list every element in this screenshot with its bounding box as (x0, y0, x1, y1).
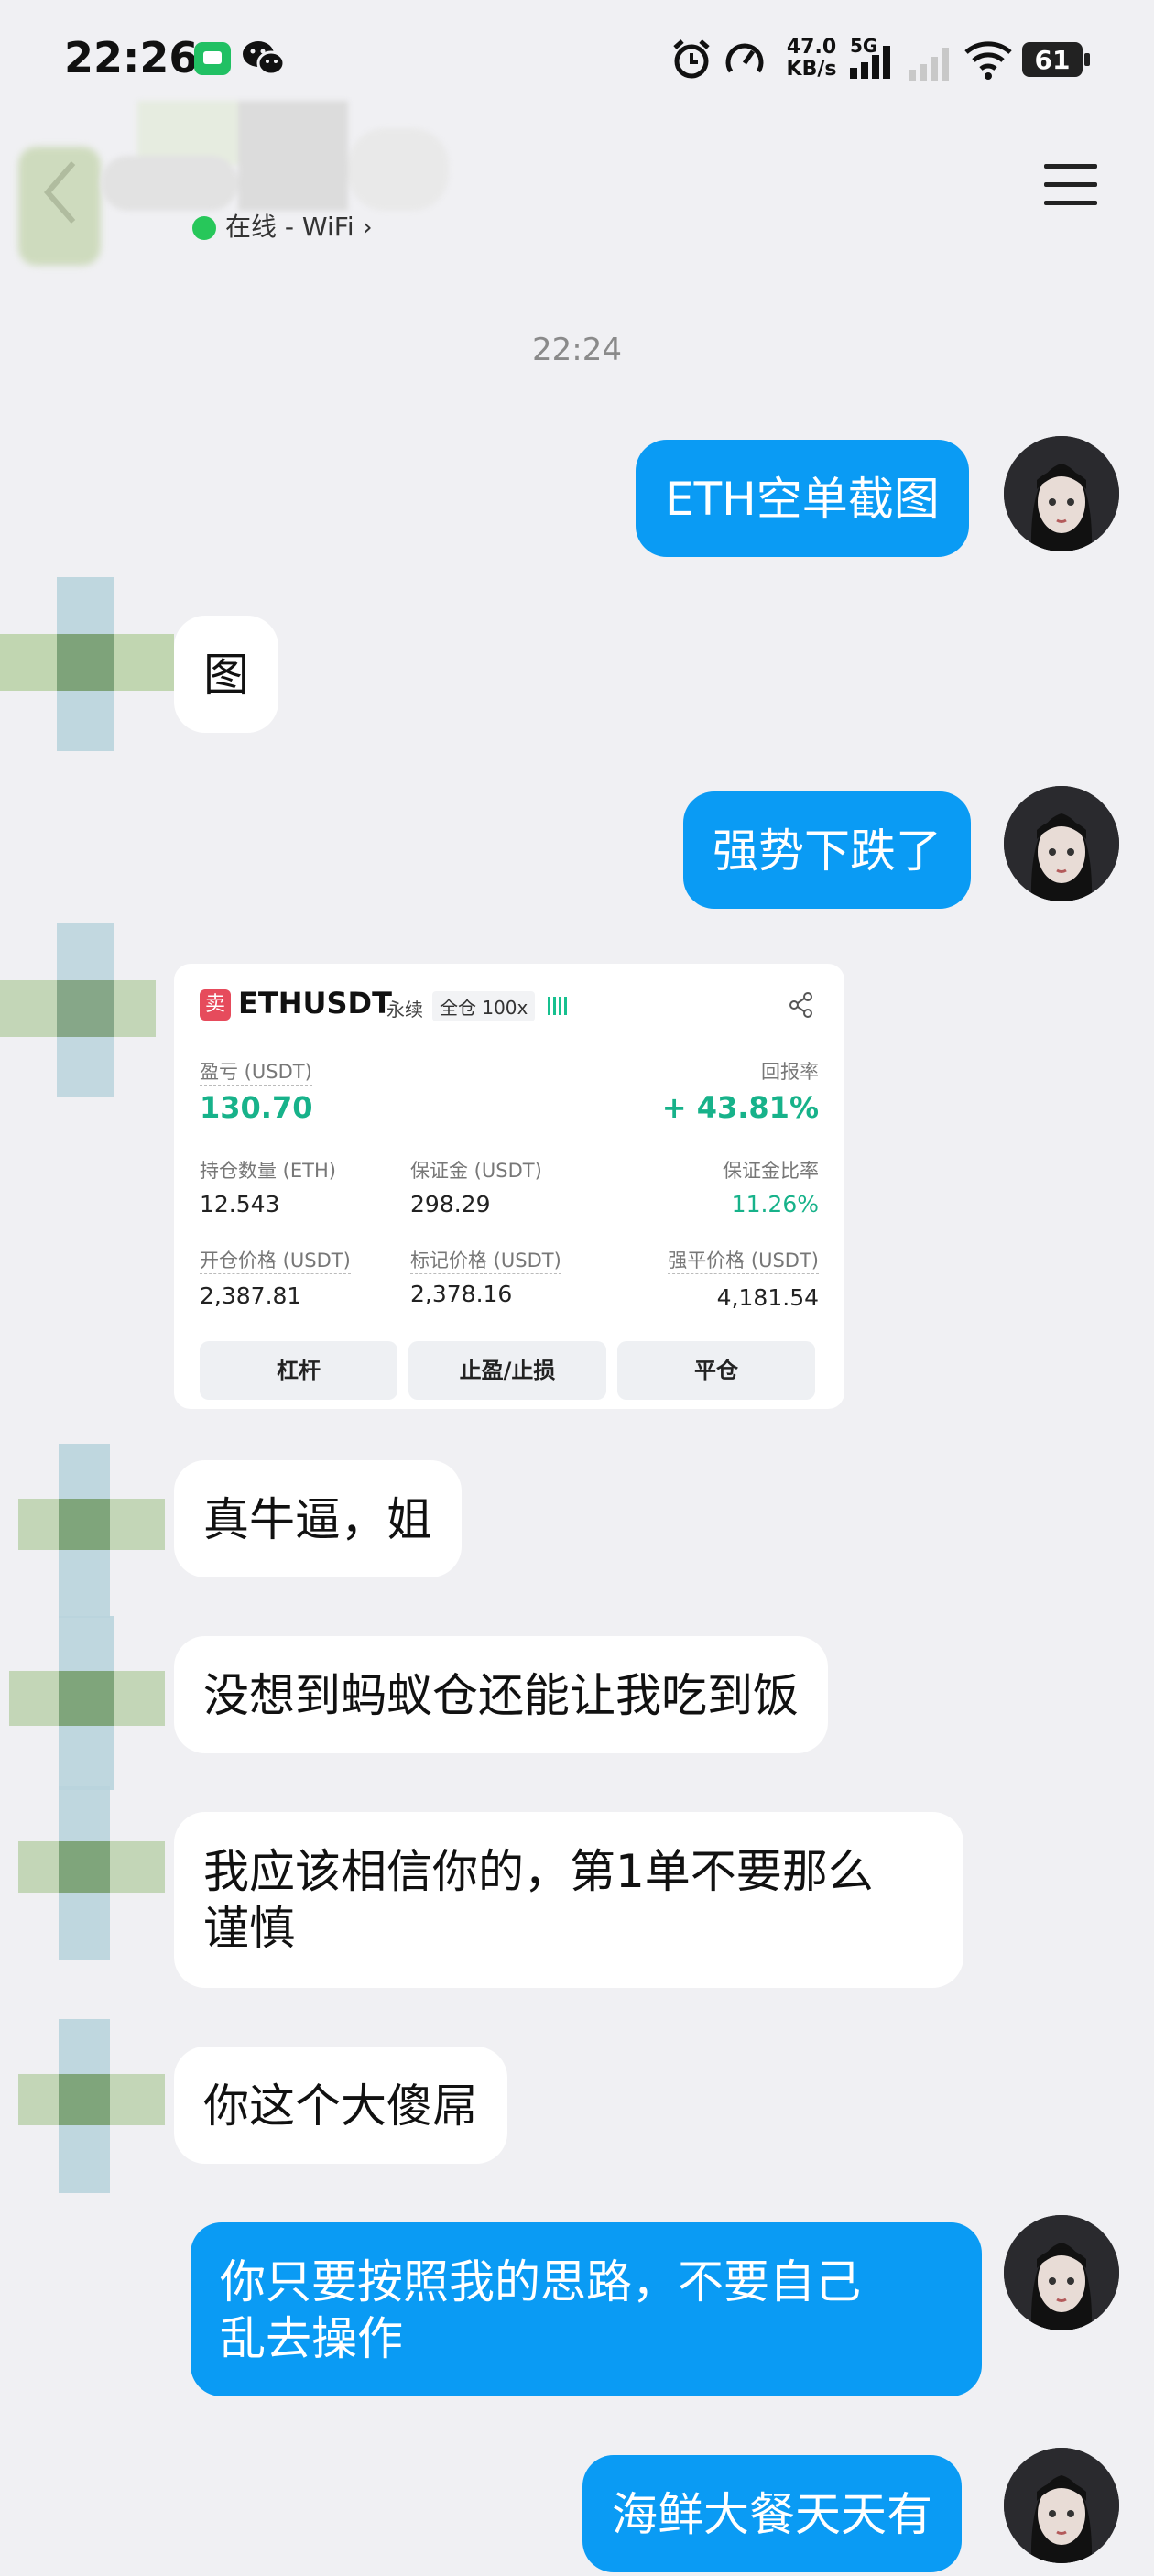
wechat-icon (243, 41, 286, 76)
message-text: 没想到蚂蚁仓还能让我吃到饭 (203, 1669, 799, 1722)
contact-avatar[interactable] (0, 577, 174, 751)
message-bubble-in[interactable]: 我应该相信你的，第1单不要那么 谨慎 (174, 1812, 963, 1988)
trade-symbol: ETHUSDT (238, 986, 392, 1021)
message-text: 海鲜大餐天天有 (612, 2488, 932, 2541)
network-speed-value: 47.0 (786, 36, 837, 59)
sell-badge: 卖 (200, 989, 231, 1021)
message-text: 真牛逼，姐 (203, 1493, 432, 1546)
contact-avatar[interactable] (0, 923, 156, 1097)
close-position-button[interactable]: 平仓 (617, 1341, 815, 1400)
liq-price-value: 4,181.54 (716, 1284, 819, 1311)
message-text: ETH空单截图 (665, 473, 940, 526)
contact-status-text: 在线 - WiFi (225, 212, 354, 242)
entry-price-value: 2,387.81 (200, 1283, 302, 1309)
avatar-portrait-icon (1004, 436, 1119, 551)
message-text: 图 (203, 649, 249, 702)
battery-level: 61 (1034, 45, 1071, 75)
roe-value: + 43.81% (661, 1090, 819, 1125)
message-text: 你这个大傻屌 (203, 2079, 478, 2133)
size-value: 12.543 (200, 1191, 280, 1217)
margin-mode: 全仓 100x (432, 991, 536, 1021)
wifi-icon (964, 41, 1012, 80)
app-notification-icon (194, 42, 231, 75)
contact-name-blurred[interactable] (101, 101, 449, 220)
message-bubble-in[interactable]: 图 (174, 616, 278, 733)
contract-type: 永续 (386, 999, 423, 1021)
my-avatar[interactable] (1004, 436, 1119, 551)
my-avatar[interactable] (1004, 2448, 1119, 2563)
message-text: 强势下跌了 (713, 824, 942, 878)
signal-sim2-icon (909, 44, 953, 81)
mark-price-value: 2,378.16 (410, 1281, 513, 1307)
margin-ratio-label: 保证金比率 (723, 1156, 819, 1184)
trade-position-card[interactable]: 卖 ETHUSDT 永续 全仓 100x 盈亏 (USDT) 130.70 回报… (174, 964, 844, 1409)
roe-label: 回报率 (761, 1061, 819, 1083)
status-time: 22:26 (64, 33, 199, 82)
contact-avatar[interactable] (18, 1444, 165, 1618)
signal-5g-icon: 5G (850, 35, 896, 82)
message-bubble-in[interactable]: 你这个大傻屌 (174, 2047, 507, 2164)
battery-icon: 61 (1022, 42, 1090, 77)
network-speed: 47.0 KB/s (784, 37, 839, 81)
contact-status: 在线 - WiFi › (192, 207, 373, 244)
menu-icon[interactable] (1044, 160, 1101, 212)
contact-avatar[interactable] (9, 1616, 165, 1790)
avatar-portrait-icon (1004, 786, 1119, 901)
margin-value: 298.29 (410, 1191, 491, 1217)
chevron-right-icon: › (354, 212, 373, 242)
online-dot-icon (192, 216, 216, 240)
message-bubble-out[interactable]: 海鲜大餐天天有 (582, 2455, 962, 2572)
message-bubble-out[interactable]: 你只要按照我的思路，不要自己 乱去操作 (191, 2222, 982, 2396)
contact-avatar[interactable] (18, 2019, 165, 2193)
margin-label: 保证金 (USDT) (410, 1160, 542, 1182)
strength-bars-icon (548, 993, 568, 1015)
tp-sl-button[interactable]: 止盈/止损 (408, 1341, 606, 1400)
entry-price-label: 开仓价格 (USDT) (200, 1246, 351, 1274)
message-bubble-out[interactable]: ETH空单截图 (636, 440, 969, 557)
message-bubble-out[interactable]: 强势下跌了 (683, 791, 971, 909)
signal-label: 5G (850, 35, 878, 57)
message-text-line1: 我应该相信你的，第1单不要那么 (203, 1845, 874, 1898)
share-icon[interactable] (788, 991, 815, 1019)
pnl-value: 130.70 (200, 1090, 313, 1125)
message-text-line2: 谨慎 (203, 1902, 295, 1955)
pnl-label: 盈亏 (USDT) (200, 1057, 312, 1086)
leverage-button[interactable]: 杠杆 (200, 1341, 397, 1400)
message-text-line1: 你只要按照我的思路，不要自己 (220, 2255, 861, 2309)
margin-ratio-value: 11.26% (731, 1191, 819, 1217)
liq-price-label: 强平价格 (USDT) (668, 1246, 819, 1274)
mark-price-label: 标记价格 (USDT) (410, 1246, 561, 1274)
alarm-icon (673, 39, 710, 79)
size-label: 持仓数量 (ETH) (200, 1156, 336, 1184)
chat-timestamp: 22:24 (532, 332, 622, 368)
speed-meter-icon (725, 43, 764, 73)
contact-avatar-blurred[interactable] (18, 147, 101, 266)
avatar-portrait-icon (1004, 2215, 1119, 2330)
message-bubble-in[interactable]: 没想到蚂蚁仓还能让我吃到饭 (174, 1636, 828, 1753)
network-speed-unit: KB/s (786, 58, 837, 81)
message-bubble-in[interactable]: 真牛逼，姐 (174, 1460, 462, 1577)
my-avatar[interactable] (1004, 786, 1119, 901)
avatar-portrait-icon (1004, 2448, 1119, 2563)
my-avatar[interactable] (1004, 2215, 1119, 2330)
contact-avatar[interactable] (18, 1786, 165, 1960)
message-text-line2: 乱去操作 (220, 2312, 403, 2365)
